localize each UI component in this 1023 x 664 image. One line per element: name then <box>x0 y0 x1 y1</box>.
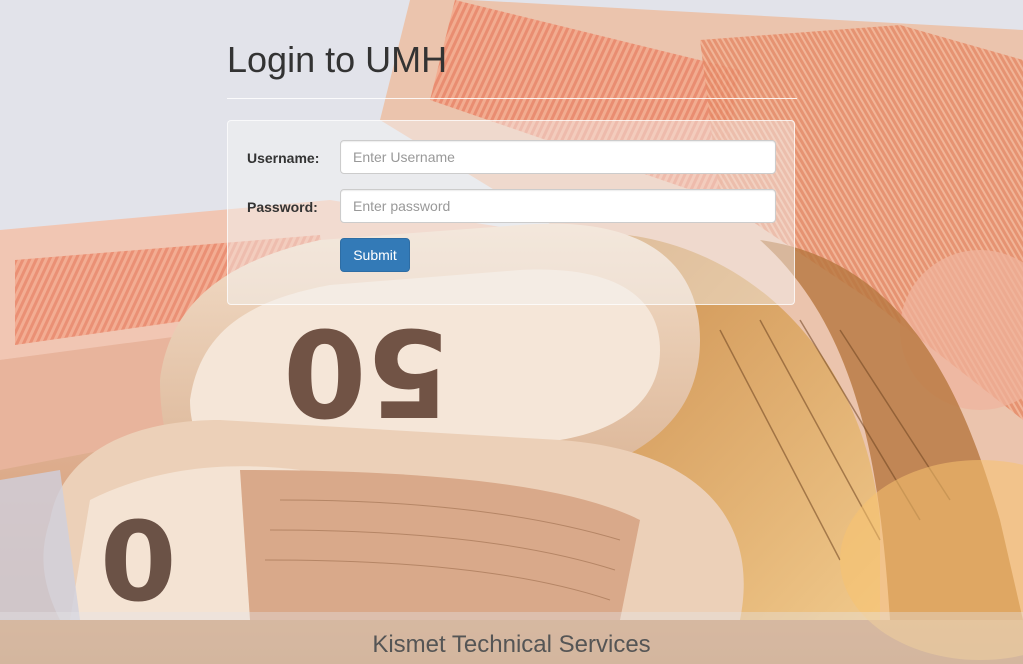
username-label: Username: <box>247 150 320 166</box>
login-page: 50 0 Login to UMH Username: Password: Su… <box>0 0 1023 664</box>
username-input[interactable] <box>340 140 776 174</box>
svg-text:50: 50 <box>283 301 450 440</box>
password-label: Password: <box>247 199 318 215</box>
title-divider <box>227 98 797 99</box>
page-title: Login to UMH <box>227 39 448 80</box>
svg-text:0: 0 <box>100 498 177 626</box>
password-input[interactable] <box>340 189 776 223</box>
submit-button[interactable]: Submit <box>340 238 410 272</box>
login-form-panel: Username: Password: Submit <box>227 120 795 305</box>
background-photo: 50 0 <box>0 0 1023 660</box>
footer: Kismet Technical Services <box>0 612 1023 664</box>
footer-company-name: Kismet Technical Services <box>372 631 651 658</box>
